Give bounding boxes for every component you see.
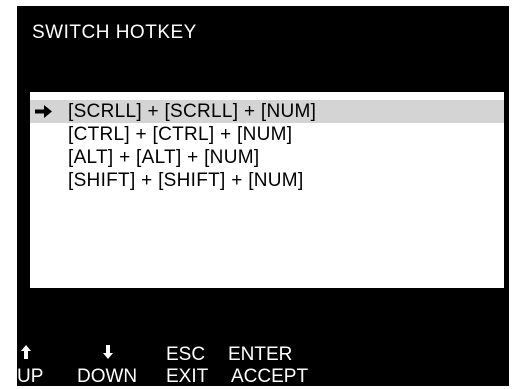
hotkey-menu: [SCRLL] + [SCRLL] + [NUM] [CTRL] + [CTRL… bbox=[30, 92, 504, 288]
menu-item-label: [CTRL] + [CTRL] + [NUM] bbox=[68, 124, 293, 145]
right-arrow-icon bbox=[35, 105, 52, 118]
esc-key: ESC bbox=[166, 344, 206, 365]
menu-item-label: [SHIFT] + [SHIFT] + [NUM] bbox=[68, 170, 304, 191]
menu-item-alt[interactable]: [ALT] + [ALT] + [NUM] bbox=[30, 146, 504, 169]
enter-key: ENTER bbox=[228, 344, 293, 365]
menu-item-ctrl[interactable]: [CTRL] + [CTRL] + [NUM] bbox=[30, 123, 504, 146]
down-label: DOWN bbox=[77, 366, 138, 387]
osd-screen: SWITCH HOTKEY [SCRLL] + [SCRLL] + [NUM] … bbox=[17, 6, 509, 387]
exit-label: EXIT bbox=[166, 366, 209, 387]
menu-item-scroll-lock[interactable]: [SCRLL] + [SCRLL] + [NUM] bbox=[30, 100, 504, 123]
screen-title: SWITCH HOTKEY bbox=[32, 22, 197, 43]
menu-item-label: [SCRLL] + [SCRLL] + [NUM] bbox=[68, 101, 317, 122]
menu-item-shift[interactable]: [SHIFT] + [SHIFT] + [NUM] bbox=[30, 169, 504, 192]
key-legend: UP DOWN ESC EXIT ENTER ACCEPT bbox=[17, 340, 509, 387]
up-label: UP bbox=[17, 366, 44, 387]
accept-label: ACCEPT bbox=[231, 366, 309, 387]
up-arrow-icon bbox=[21, 345, 31, 359]
down-arrow-icon bbox=[103, 345, 113, 359]
menu-item-label: [ALT] + [ALT] + [NUM] bbox=[68, 147, 260, 168]
